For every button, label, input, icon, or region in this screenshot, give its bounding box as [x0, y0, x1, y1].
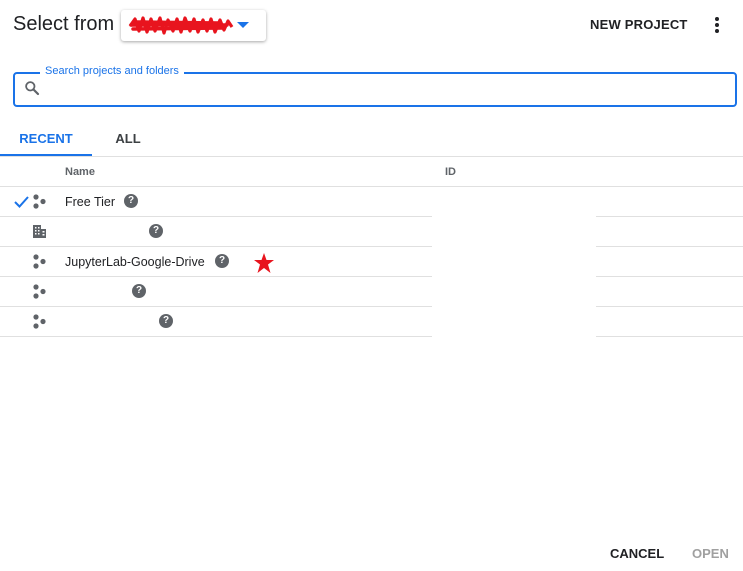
search-label: Search projects and folders — [40, 65, 184, 78]
project-icon — [33, 194, 46, 209]
help-icon[interactable]: ? — [124, 194, 138, 208]
organization-icon — [33, 225, 46, 238]
redacted-organization-name — [128, 16, 234, 35]
column-header-name: Name — [65, 166, 95, 178]
search-icon — [25, 81, 40, 96]
help-icon[interactable]: ? — [215, 254, 229, 268]
table-row[interactable]: ? — [0, 306, 743, 337]
table-row[interactable]: ? — [0, 276, 743, 306]
open-button[interactable]: OPEN — [684, 542, 737, 566]
project-icon — [33, 314, 46, 329]
redacted-id-column — [432, 187, 596, 337]
cancel-button[interactable]: CANCEL — [602, 542, 672, 566]
tab-recent[interactable]: RECENT — [0, 124, 92, 156]
table-row[interactable]: JupyterLab-Google-Drive ? — [0, 246, 743, 276]
table-row[interactable]: Free Tier ? — [0, 186, 743, 216]
check-icon — [14, 196, 29, 208]
help-icon[interactable]: ? — [132, 284, 146, 298]
more-options-icon[interactable] — [706, 14, 728, 36]
star-annotation-icon — [254, 253, 274, 273]
tab-all[interactable]: ALL — [92, 124, 164, 156]
column-header-id: ID — [445, 166, 456, 178]
project-icon — [33, 254, 46, 269]
tabs-divider — [0, 156, 743, 157]
chevron-down-icon — [237, 22, 249, 28]
help-icon[interactable]: ? — [159, 314, 173, 328]
search-input[interactable] — [45, 78, 729, 102]
project-name[interactable]: JupyterLab-Google-Drive — [65, 254, 205, 270]
table-row[interactable]: ? — [0, 216, 743, 246]
organization-select[interactable] — [121, 10, 266, 41]
dialog-title: Select from — [13, 13, 115, 35]
help-icon[interactable]: ? — [149, 224, 163, 238]
project-name[interactable]: Free Tier — [65, 194, 115, 210]
new-project-button[interactable]: NEW PROJECT — [582, 13, 696, 37]
project-icon — [33, 284, 46, 299]
